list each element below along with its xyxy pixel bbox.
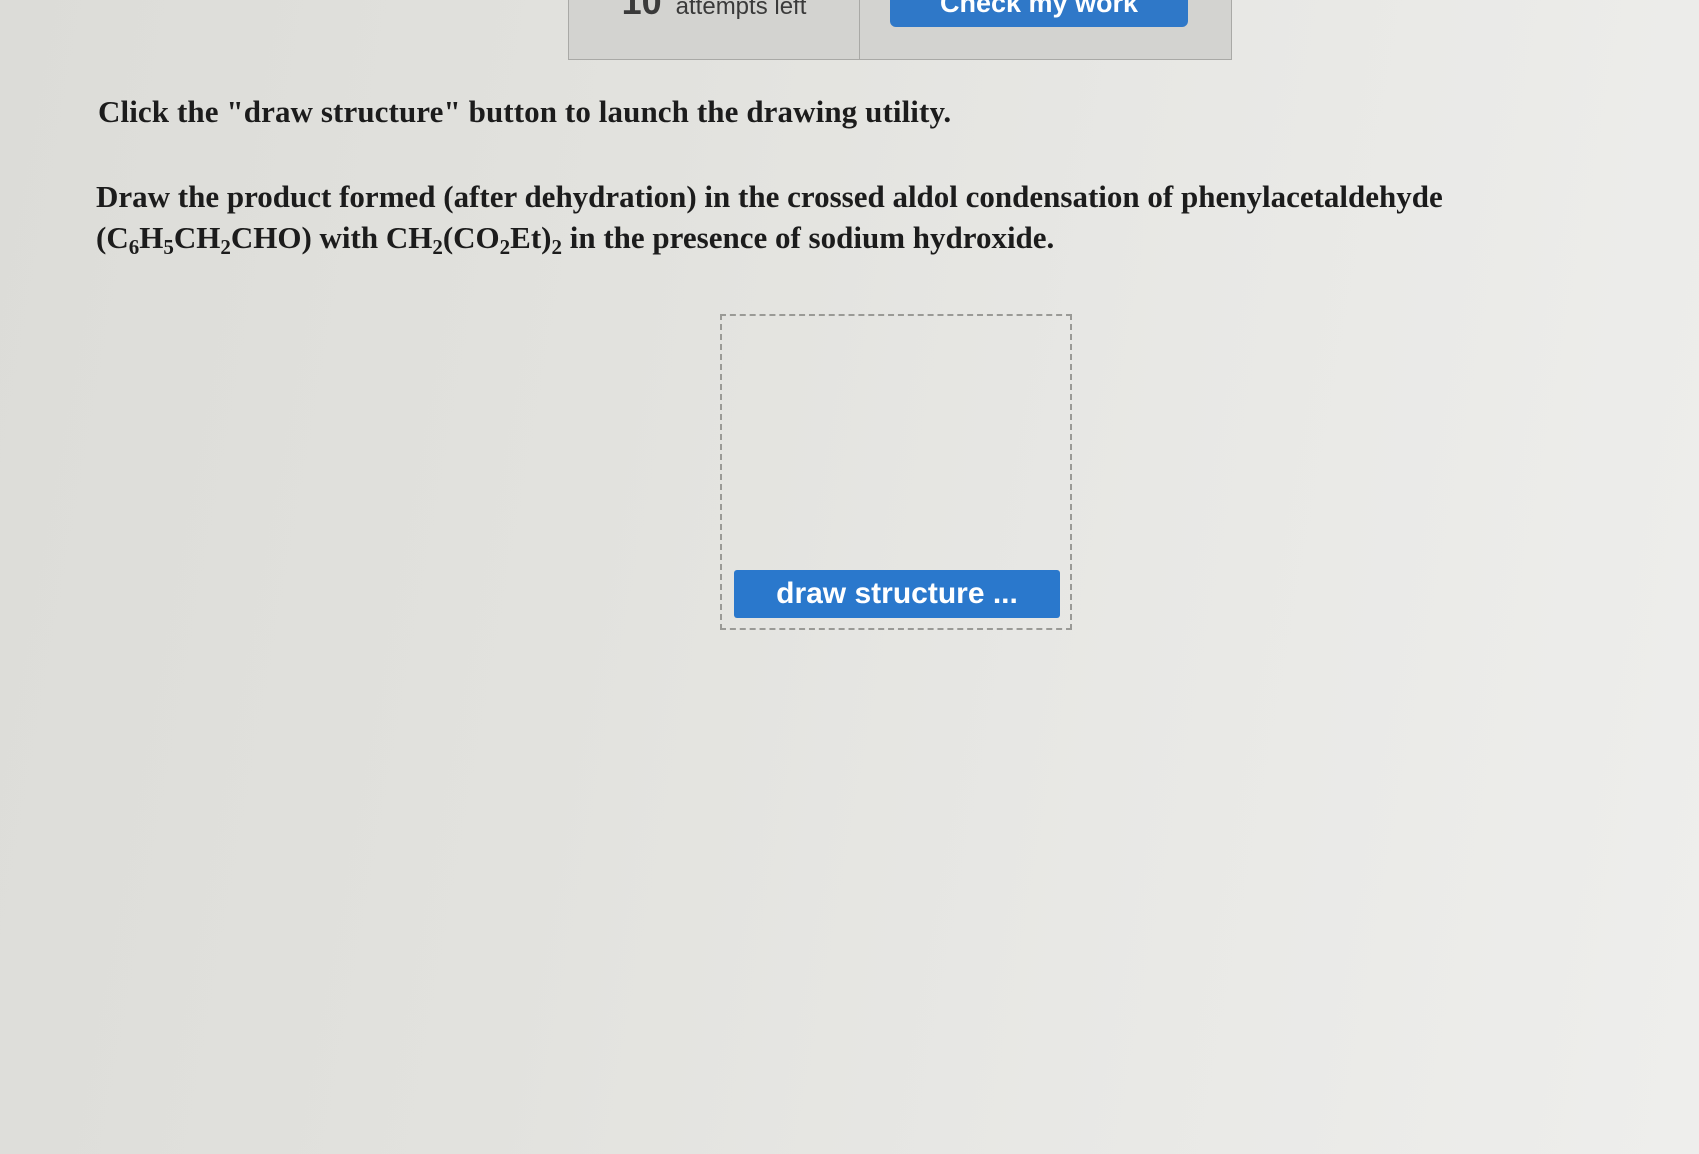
question-line-1: Draw the product formed (after dehydrati… <box>96 179 1443 214</box>
top-toolbar: 10 attempts left Check my work <box>568 0 1232 60</box>
formula-subscript: 6 <box>128 235 140 259</box>
formula-part: H <box>139 220 164 255</box>
attempts-count: 10 <box>621 0 662 22</box>
instruction-text: Click the "draw structure" button to lau… <box>98 94 952 129</box>
formula-subscript: 2 <box>499 235 511 259</box>
draw-structure-button[interactable]: draw structure ... <box>734 570 1060 618</box>
formula-subscript: 2 <box>220 235 231 259</box>
formula-subscript: 2 <box>551 235 563 259</box>
formula-subscript: 2 <box>432 235 443 259</box>
formula-subscript: 5 <box>163 235 174 259</box>
formula-part: CH <box>173 220 221 255</box>
formula-part: in the presence of sodium hydroxide. <box>562 220 1055 255</box>
check-work-cell: Check my work <box>860 0 1231 59</box>
formula-part: (C <box>96 220 129 255</box>
check-my-work-button[interactable]: Check my work <box>890 0 1188 27</box>
drawing-area: draw structure ... <box>720 314 1072 630</box>
question-text: Draw the product formed (after dehydrati… <box>96 176 1696 258</box>
formula-part: CHO) with CH <box>230 220 433 255</box>
question-line-2: (C6H5CH2CHO) with CH2(CO2Et)2 in the pre… <box>96 217 1696 258</box>
attempts-label: attempts left <box>675 0 807 20</box>
formula-part: (CO <box>442 220 500 255</box>
attempts-indicator: 10 attempts left <box>569 0 860 59</box>
formula-part: Et) <box>510 220 552 255</box>
